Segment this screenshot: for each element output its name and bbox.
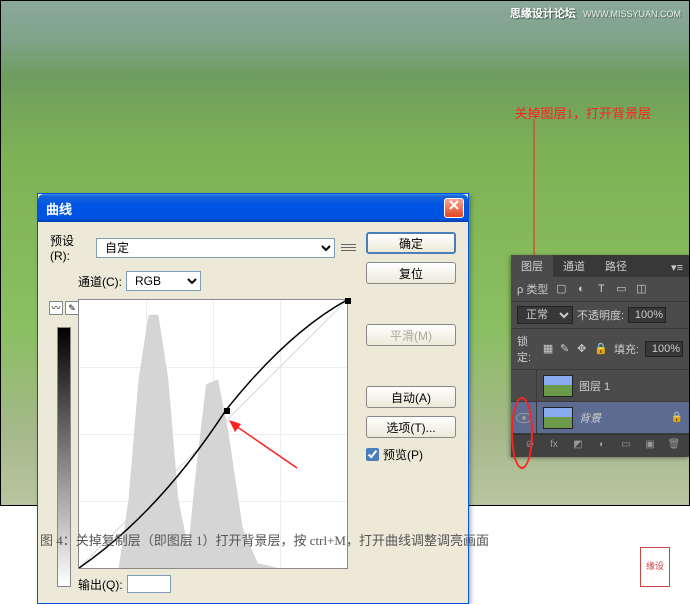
output-input[interactable]: [127, 575, 171, 593]
output-row: 输出(Q):: [78, 575, 348, 593]
fx-icon[interactable]: fx: [547, 439, 561, 453]
curve-handle[interactable]: [224, 408, 230, 414]
lock-paint-icon[interactable]: ✎: [560, 342, 571, 356]
smooth-button: 平滑(M): [366, 324, 456, 346]
tab-channels[interactable]: 通道: [553, 255, 595, 277]
close-button[interactable]: [444, 198, 464, 218]
options-button[interactable]: 选项(T)...: [366, 416, 456, 438]
layer-name-bg[interactable]: 背景: [579, 410, 671, 426]
group-icon[interactable]: ▭: [619, 439, 633, 453]
curve-handle-end[interactable]: [345, 298, 351, 304]
lock-transparent-icon[interactable]: ▦: [543, 342, 554, 356]
adjustment-icon[interactable]: ◐: [595, 439, 609, 453]
preview-checkbox-row[interactable]: 预览(P): [366, 446, 456, 463]
lock-label: 锁定:: [517, 333, 537, 365]
preset-row: 预设(R): 自定: [50, 232, 356, 263]
layer-name-1[interactable]: 图层 1: [579, 378, 683, 394]
fill-label: 填充:: [614, 341, 639, 357]
trash-icon[interactable]: 🗑: [667, 439, 681, 453]
channel-select[interactable]: RGB: [126, 271, 201, 291]
mask-icon[interactable]: ◩: [571, 439, 585, 453]
blend-mode-select[interactable]: 正常: [517, 306, 573, 324]
lock-move-icon[interactable]: ✥: [577, 342, 588, 356]
pencil-tool-icon[interactable]: ✎: [65, 301, 79, 315]
preset-label: 预设(R):: [50, 232, 92, 263]
preview-label: 预览(P): [383, 446, 423, 463]
tab-paths[interactable]: 路径: [595, 255, 637, 277]
dialog-title: 曲线: [42, 199, 444, 218]
titlebar[interactable]: 曲线: [38, 194, 468, 222]
channel-row: 通道(C): RGB: [50, 271, 356, 291]
layer-thumb-1: [543, 375, 573, 397]
background-photo: 思缘设计论坛 WWW.MISSYUAN.COM 关掉图层1，打开背景层 曲线 预…: [0, 0, 690, 506]
visibility-toggle-bg[interactable]: [511, 402, 537, 433]
preset-select[interactable]: 自定: [96, 238, 335, 258]
filter-shape-icon[interactable]: ▭: [614, 282, 628, 296]
layer-thumb-bg: [543, 407, 573, 429]
layers-panel: 图层 通道 路径 ▾≡ ρ 类型 ▢ ◐ T ▭ ◫ 正常 不透明度: 锁定: …: [511, 255, 689, 457]
curve-lines: [79, 300, 347, 568]
filter-pixel-icon[interactable]: ▢: [554, 282, 568, 296]
opacity-label: 不透明度:: [577, 307, 624, 323]
filter-type-icon[interactable]: T: [594, 282, 608, 296]
visibility-toggle-1[interactable]: [511, 370, 537, 401]
panel-tabs: 图层 通道 路径 ▾≡: [511, 255, 689, 277]
annotation-text: 关掉图层1，打开背景层: [514, 103, 651, 122]
watermark-sub: WWW.MISSYUAN.COM: [583, 9, 681, 19]
layer-list: 图层 1 背景 🔒: [511, 370, 689, 434]
kind-filter-row: ρ 类型 ▢ ◐ T ▭ ◫: [511, 277, 689, 302]
preview-checkbox[interactable]: [366, 448, 379, 461]
layers-bottom-bar: ⊘ fx ◩ ◐ ▭ ▣ 🗑: [511, 434, 689, 457]
seal-stamp: 缘设: [640, 547, 670, 587]
figure-caption: 图 4：关掉复制层（即图层 1）打开背景层，按 ctrl+M，打开曲线调整调亮画…: [40, 530, 489, 549]
eye-icon: [516, 413, 532, 423]
output-label: 输出(Q):: [78, 576, 123, 593]
preset-menu-icon[interactable]: [341, 241, 356, 255]
lock-row: 锁定: ▦ ✎ ✥ 🔒 填充:: [511, 329, 689, 370]
curve-tool-icon[interactable]: 〰: [49, 301, 63, 315]
layer-row-bg[interactable]: 背景 🔒: [511, 402, 689, 434]
watermark-main: 思缘设计论坛: [510, 8, 576, 20]
watermark: 思缘设计论坛 WWW.MISSYUAN.COM: [510, 5, 681, 21]
lock-icon: 🔒: [671, 412, 683, 423]
curves-graph[interactable]: [78, 299, 348, 569]
panel-menu-icon[interactable]: ▾≡: [665, 258, 689, 277]
new-layer-icon[interactable]: ▣: [643, 439, 657, 453]
layer-row-1[interactable]: 图层 1: [511, 370, 689, 402]
blend-row: 正常 不透明度:: [511, 302, 689, 329]
channel-label: 通道(C):: [78, 273, 122, 290]
fill-input[interactable]: [645, 341, 683, 357]
filter-smart-icon[interactable]: ◫: [634, 282, 648, 296]
kind-label: ρ 类型: [517, 281, 548, 297]
filter-adjust-icon[interactable]: ◐: [574, 282, 588, 296]
ok-button[interactable]: 确定: [366, 232, 456, 254]
cancel-button[interactable]: 复位: [366, 262, 456, 284]
auto-button[interactable]: 自动(A): [366, 386, 456, 408]
lock-all-icon[interactable]: 🔒: [594, 342, 608, 356]
tab-layers[interactable]: 图层: [511, 255, 553, 277]
link-icon[interactable]: ⊘: [523, 439, 537, 453]
opacity-input[interactable]: [628, 307, 666, 323]
